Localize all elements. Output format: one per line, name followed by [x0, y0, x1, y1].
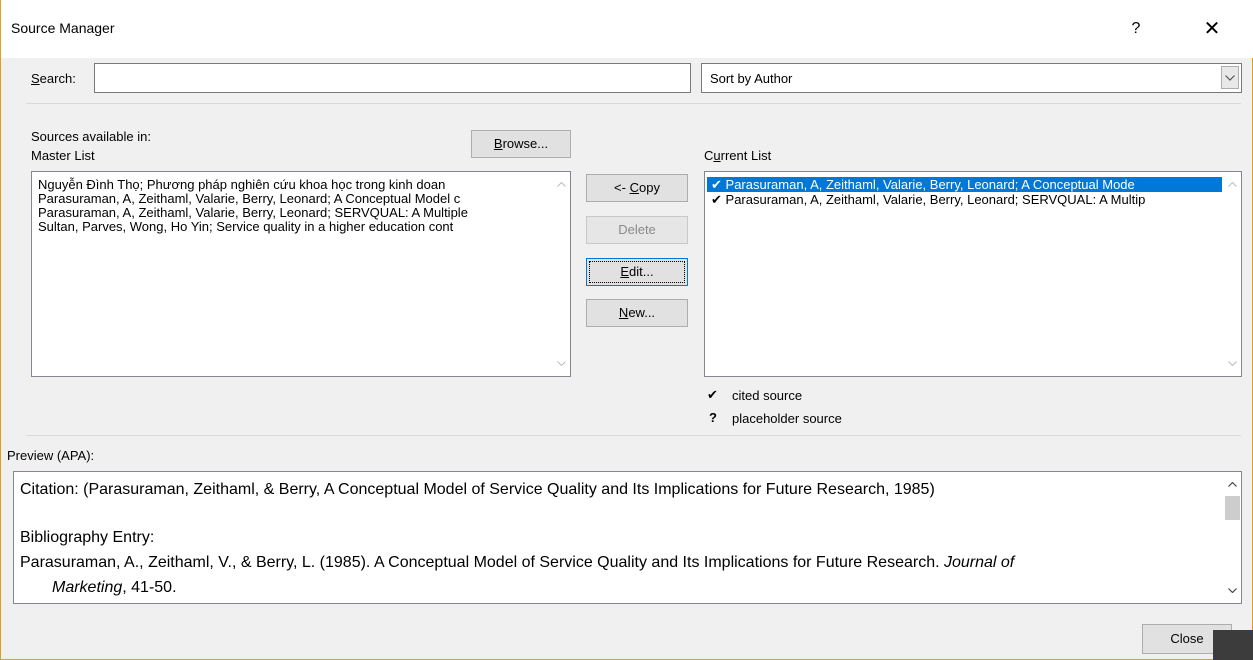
new-button[interactable]: New...	[586, 299, 688, 327]
scroll-thumb[interactable]	[1225, 496, 1240, 520]
divider	[26, 103, 1241, 104]
list-item-selected[interactable]: ✔ Parasuraman, A, Zeithaml, Valarie, Ber…	[707, 177, 1222, 192]
current-scrollbar[interactable]	[1224, 172, 1241, 376]
check-icon: ✔	[711, 192, 722, 207]
list-item[interactable]: Nguyễn Đình Thọ; Phương pháp nghiên cứu …	[38, 177, 550, 192]
master-list-label: Master List	[31, 148, 95, 163]
scroll-down-icon[interactable]	[1224, 582, 1241, 599]
chevron-down-icon[interactable]	[1221, 66, 1239, 89]
placeholder-source-label: placeholder source	[732, 411, 842, 426]
preview-bib-line1: Parasuraman, A., Zeithaml, V., & Berry, …	[20, 554, 1015, 571]
source-manager-dialog: Source Manager ? ✕ Search: Sort by Autho…	[0, 0, 1253, 660]
scroll-down-icon[interactable]	[1224, 355, 1241, 372]
cited-check-icon: ✔	[707, 387, 718, 402]
preview-label: Preview (APA):	[7, 448, 95, 463]
list-item[interactable]: Sultan, Parves, Wong, Ho Yin; Service qu…	[38, 219, 550, 234]
list-item[interactable]: Parasuraman, A, Zeithaml, Valarie, Berry…	[38, 191, 550, 206]
scroll-up-icon[interactable]	[1224, 476, 1241, 493]
current-list[interactable]: ✔ Parasuraman, A, Zeithaml, Valarie, Ber…	[704, 171, 1242, 377]
sort-selected: Sort by Author	[710, 71, 793, 86]
preview-citation: Citation: (Parasuraman, Zeithaml, & Berr…	[20, 481, 935, 498]
check-icon: ✔	[711, 177, 722, 192]
dialog-title: Source Manager	[11, 20, 115, 36]
scroll-down-icon[interactable]	[553, 355, 570, 372]
sort-dropdown[interactable]: Sort by Author	[701, 63, 1242, 93]
help-button[interactable]: ?	[1121, 14, 1151, 44]
list-item[interactable]: Parasuraman, A, Zeithaml, Valarie, Berry…	[38, 205, 550, 220]
current-list-label: Current List	[704, 148, 772, 163]
title-bar: Source Manager ? ✕	[1, 0, 1253, 58]
scroll-up-icon[interactable]	[553, 176, 570, 193]
list-item[interactable]: ✔ Parasuraman, A, Zeithaml, Valarie, Ber…	[707, 192, 1222, 207]
preview-scrollbar[interactable]	[1224, 472, 1241, 603]
preview-box[interactable]: Citation: (Parasuraman, Zeithaml, & Berr…	[13, 471, 1242, 604]
preview-bib-heading: Bibliography Entry:	[20, 529, 155, 546]
search-label: Search:	[31, 71, 76, 86]
placeholder-question-icon: ?	[709, 410, 717, 425]
master-list[interactable]: Nguyễn Đình Thọ; Phương pháp nghiên cứu …	[31, 171, 571, 377]
browse-button[interactable]: Browse...	[471, 130, 571, 158]
copy-button[interactable]: <- Copy	[586, 174, 688, 202]
divider	[26, 435, 1241, 436]
sources-available-label: Sources available in:	[31, 129, 151, 144]
master-scrollbar[interactable]	[553, 172, 570, 376]
close-icon[interactable]: ✕	[1197, 14, 1227, 44]
delete-button[interactable]: Delete	[586, 216, 688, 244]
scroll-up-icon[interactable]	[1224, 176, 1241, 193]
preview-bib-line2: Marketing, 41-50.	[52, 579, 177, 596]
cited-source-label: cited source	[732, 388, 803, 403]
corner-overlay	[1213, 630, 1253, 660]
search-input[interactable]	[94, 63, 691, 93]
edit-button[interactable]: Edit...	[586, 258, 688, 286]
